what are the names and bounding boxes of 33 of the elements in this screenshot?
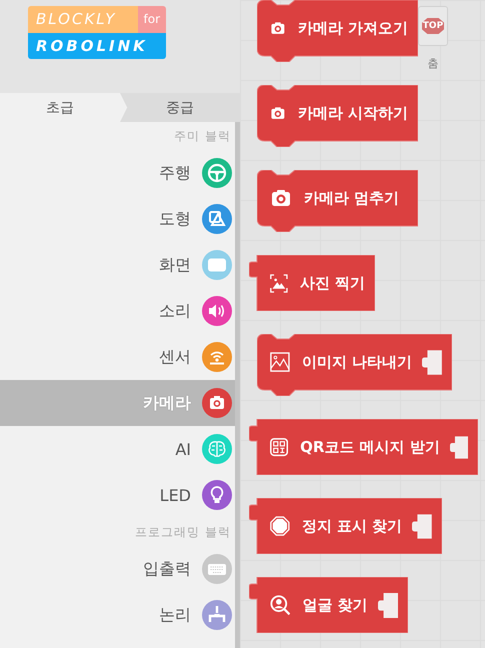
logo: BLOCKLY for ROBOLINK <box>28 6 166 60</box>
code-block[interactable]: 카메라 멈추기 <box>257 170 418 232</box>
stop-label: 춤 <box>428 56 438 71</box>
input-socket <box>450 434 468 460</box>
scrollbar[interactable] <box>235 122 240 648</box>
category-item[interactable]: 화면 <box>0 242 235 288</box>
category-item[interactable]: 입출력 <box>0 546 235 592</box>
level-tab[interactable]: 중급 <box>120 93 240 122</box>
category-item[interactable]: 논리 <box>0 592 235 638</box>
code-block[interactable]: 사진 찍기 <box>249 255 375 311</box>
block-icon <box>270 514 290 538</box>
block-icon <box>270 350 290 374</box>
input-socket <box>378 592 398 618</box>
category-item[interactable]: 소리 <box>0 288 235 334</box>
section-header: 프로그래밍 블럭 <box>135 524 231 540</box>
section-header: 주미 블럭 <box>174 128 231 144</box>
category-item[interactable]: LED <box>0 472 235 518</box>
stop-button[interactable]: TOP <box>418 6 448 46</box>
input-socket <box>422 348 442 376</box>
code-block[interactable]: QR코드 메시지 받기 <box>249 419 478 475</box>
block-icon <box>270 594 290 616</box>
code-block[interactable]: 정지 표시 찾기 <box>249 498 442 554</box>
input-socket <box>412 512 432 540</box>
category-item[interactable]: 도형 <box>0 196 235 242</box>
code-block[interactable]: 이미지 나타내기 <box>257 334 452 396</box>
code-block[interactable]: 카메라 가져오기 <box>257 0 418 62</box>
block-icon <box>270 436 288 458</box>
code-block[interactable]: 카메라 시작하기 <box>257 85 418 147</box>
code-block[interactable]: 얼굴 찾기 <box>249 577 408 633</box>
category-item[interactable]: 주행 <box>0 150 235 196</box>
block-icon <box>270 272 288 294</box>
category-item[interactable]: 센서 <box>0 334 235 380</box>
category-item[interactable]: AI <box>0 426 235 472</box>
